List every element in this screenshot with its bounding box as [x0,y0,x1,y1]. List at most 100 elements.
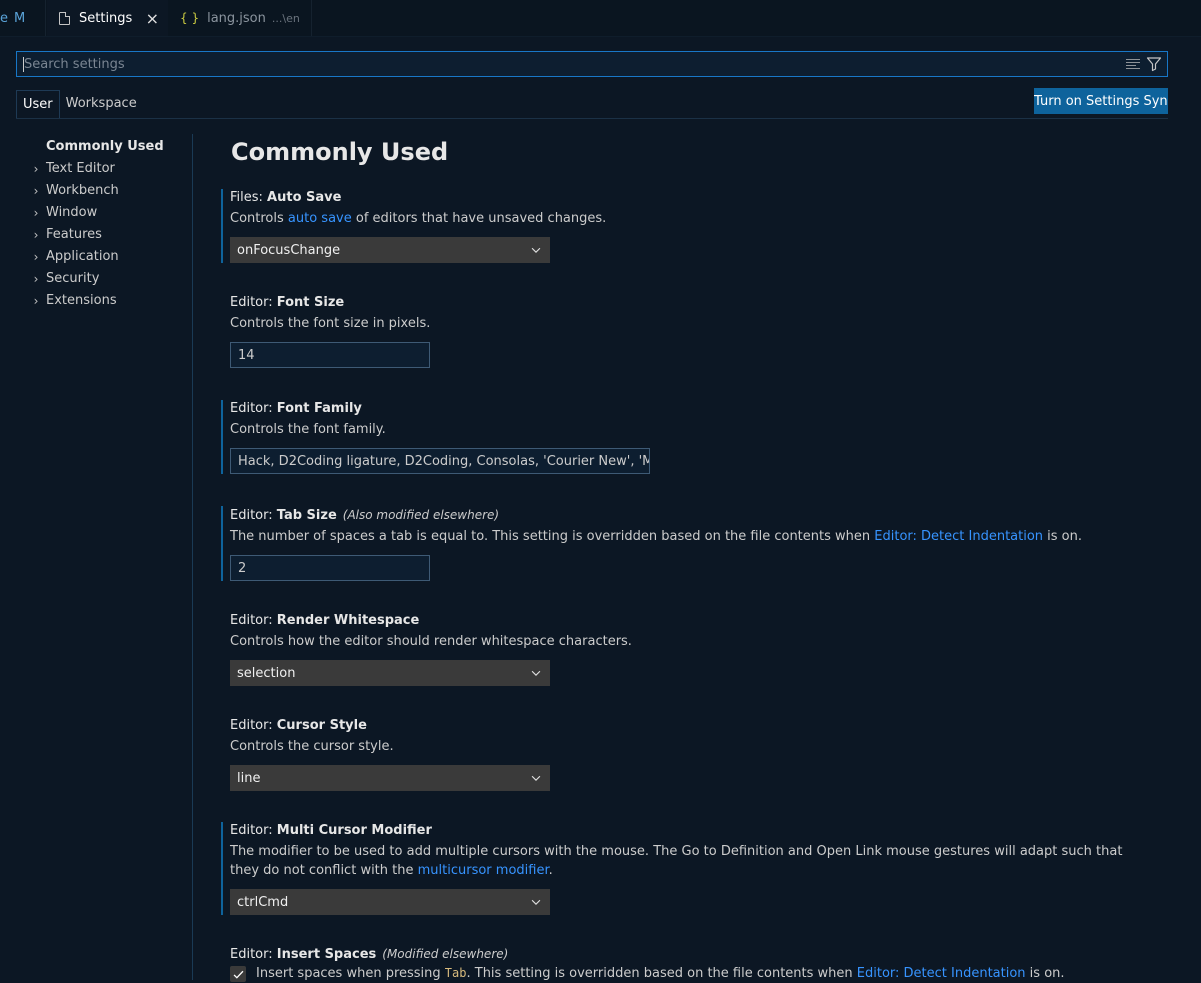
tab-workspace[interactable]: Workspace [60,90,143,118]
desc-text: . [548,863,553,878]
tab-label: Settings [79,11,133,26]
settings-toc: Commonly Used › Text Editor › Workbench › W… [30,136,190,312]
multi-cursor-modifier-dropdown[interactable]: ctrlCmd [230,889,550,915]
chevron-right-icon: › [33,272,39,286]
setting-name: Multi Cursor Modifier [276,823,432,838]
setting-category: Files: [230,190,268,205]
setting-title: Files: Auto Save [230,189,1181,207]
setting-description: Controls the font family. [230,422,386,437]
font-family-input[interactable]: Hack, D2Coding ligature, D2Coding, Conso… [230,448,650,474]
detect-indentation-link[interactable]: Editor: Detect Indentation [874,529,1043,544]
desc-text: The modifier to be used to add multiple … [230,844,1123,878]
toc-item-features[interactable]: › Features [30,224,190,246]
desc-text: Insert spaces when pressing [256,966,445,981]
toc-item-label: Window [46,205,98,220]
toc-item-label: Commonly Used [46,139,164,154]
search-box [16,51,1168,77]
chevron-down-icon [531,899,541,905]
toc-item-label: Security [46,271,100,286]
setting-editor-render-whitespace: Editor: Render Whitespace Controls how t… [221,612,1181,686]
dropdown-value: ctrlCmd [237,894,289,910]
setting-description: The modifier to be used to add multiple … [230,842,1150,880]
close-icon[interactable]: × [146,9,159,28]
toc-item-text-editor[interactable]: › Text Editor [30,158,190,180]
tab-previous-file[interactable]: e M [0,0,46,36]
chevron-right-icon: › [33,250,39,264]
filter-icon[interactable] [1146,56,1162,72]
tab-label: lang.json [207,10,266,26]
desc-text: is on. [1025,966,1065,981]
setting-editor-multi-cursor-modifier: Editor: Multi Cursor Modifier The modifi… [221,822,1181,915]
desc-text: . This setting is overridden based on th… [466,966,857,981]
dropdown-value: line [237,770,261,786]
toc-item-label: Text Editor [46,161,115,176]
toc-item-extensions[interactable]: › Extensions [30,290,190,312]
setting-name: Cursor Style [276,718,367,733]
auto-save-dropdown[interactable]: onFocusChange [230,237,550,263]
modified-elsewhere-note[interactable]: (Also modified elsewhere) [343,508,499,522]
toc-item-label: Features [46,227,102,242]
tab-lang-json[interactable]: { } lang.json ...\en [168,0,312,36]
toc-item-commonly-used[interactable]: Commonly Used [30,136,190,158]
multicursor-modifier-link[interactable]: multicursor modifier [418,863,549,878]
insert-spaces-row: Insert spaces when pressing Tab. This se… [230,966,1181,983]
scope-divider [16,118,1168,119]
desc-text: Controls [230,211,288,226]
toc-divider [192,134,193,980]
dropdown-value: selection [237,665,296,681]
desc-text: The number of spaces a tab is equal to. … [230,529,875,544]
setting-title: Editor: Font Size [230,294,1181,312]
auto-save-link[interactable]: auto save [288,211,352,226]
chevron-right-icon: › [33,184,39,198]
tab-size-input[interactable]: 2 [230,555,430,581]
chevron-down-icon [531,670,541,676]
toc-item-window[interactable]: › Window [30,202,190,224]
cursor-style-dropdown[interactable]: line [230,765,550,791]
setting-category: Editor: [230,295,277,310]
tab-label: e [0,10,8,26]
page-title: Commonly Used [231,138,449,166]
tab-key-code: Tab [444,966,467,980]
detect-indentation-link[interactable]: Editor: Detect Indentation [857,966,1026,981]
render-whitespace-dropdown[interactable]: selection [230,660,550,686]
setting-name: Render Whitespace [276,613,420,628]
setting-title: Editor: Render Whitespace [230,612,1181,630]
setting-name: Insert Spaces [276,947,377,962]
clear-filter-icon[interactable] [1126,56,1142,72]
setting-category: Editor: [230,823,277,838]
settings-scope-tabs: User Workspace [16,90,143,118]
setting-editor-cursor-style: Editor: Cursor Style Controls the cursor… [221,717,1181,791]
setting-title: Editor: Font Family [230,400,1181,418]
setting-name: Auto Save [267,190,342,205]
setting-name: Font Family [276,401,362,416]
check-icon [233,970,243,979]
font-size-input[interactable]: 14 [230,342,430,368]
turn-on-settings-sync-button[interactable]: Turn on Settings Sync [1034,88,1168,114]
toc-item-application[interactable]: › Application [30,246,190,268]
setting-editor-insert-spaces: Editor: Insert Spaces (Modified elsewhere… [221,945,1181,983]
tab-user[interactable]: User [16,90,60,118]
setting-description: Controls how the editor should render wh… [230,634,632,649]
chevron-down-icon [531,247,541,253]
setting-description: Controls the cursor style. [230,739,394,754]
chevron-right-icon: › [33,294,39,308]
desc-text: is on. [1043,529,1083,544]
setting-editor-font-family: Editor: Font Family Controls the font fa… [221,400,1181,474]
search-input[interactable] [24,56,1126,72]
setting-category: Editor: [230,613,277,628]
desc-text: of editors that have unsaved changes. [351,211,607,226]
chevron-right-icon: › [33,206,39,220]
setting-title: Editor: Tab Size (Also modified elsewhere… [230,506,1181,525]
setting-description: Insert spaces when pressing Tab. This se… [256,964,1065,983]
chevron-down-icon [531,775,541,781]
tab-settings[interactable]: Settings × [47,0,168,36]
toc-item-security[interactable]: › Security [30,268,190,290]
toc-item-workbench[interactable]: › Workbench [30,180,190,202]
setting-description: The number of spaces a tab is equal to. … [230,527,1181,546]
setting-description: Controls the font size in pixels. [230,316,431,331]
toc-item-label: Application [46,249,119,264]
modified-elsewhere-note[interactable]: (Modified elsewhere) [382,947,508,961]
chevron-right-icon: › [33,162,39,176]
setting-category: Editor: [230,401,277,416]
setting-title: Editor: Insert Spaces (Modified elsewhere… [230,945,1181,964]
